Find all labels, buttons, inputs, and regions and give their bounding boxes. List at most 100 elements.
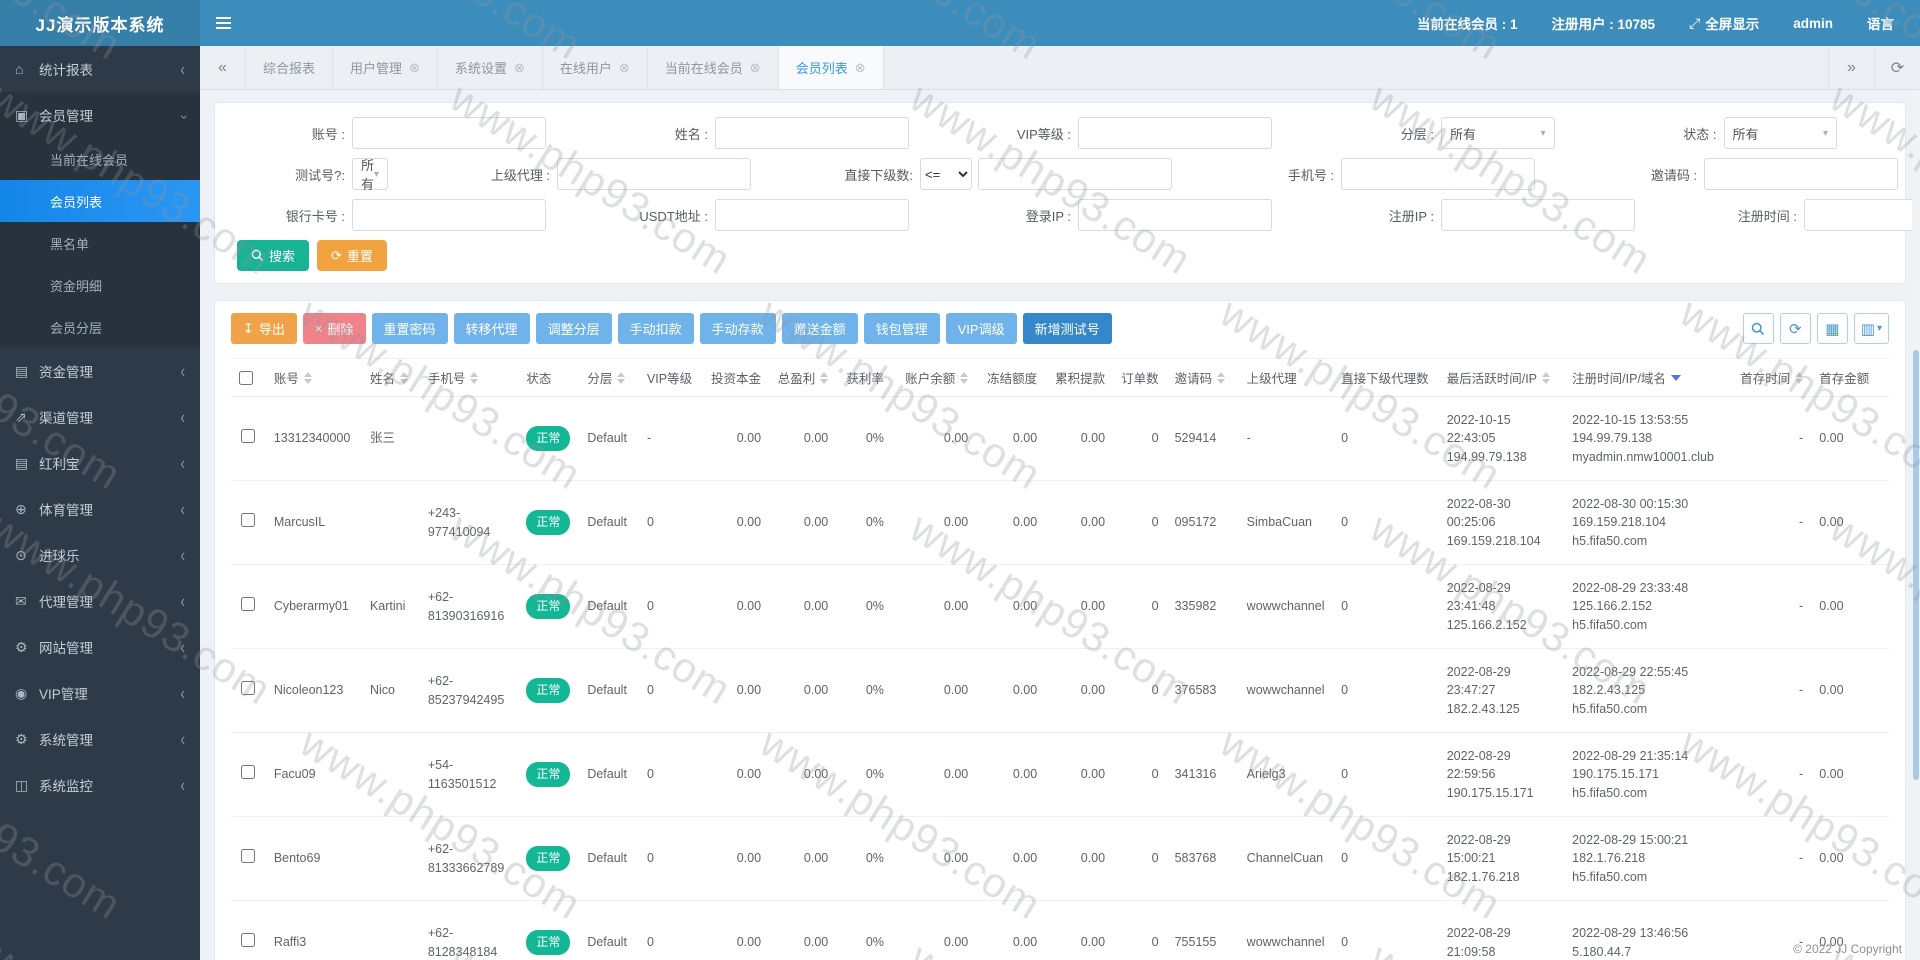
table-export-view-button[interactable]: ▦ [1817, 313, 1848, 344]
phone-input[interactable] [1341, 158, 1535, 190]
direct-subordinates-operator-select[interactable]: <= [920, 158, 972, 190]
sidebar-item-channel-management[interactable]: ⇗渠道管理‹ [0, 394, 200, 440]
vip-adjust-button[interactable]: VIP调级 [946, 313, 1017, 344]
test-account-select[interactable]: 所有▾ [352, 158, 388, 190]
column-header-fda[interactable]: 首存金额 [1811, 359, 1889, 397]
table-search-button[interactable] [1743, 313, 1774, 344]
table-columns-button[interactable]: ▥ ▾ [1854, 313, 1889, 344]
column-header-frozen[interactable]: 冻结额度 [976, 359, 1045, 397]
column-header-balance[interactable]: 账户余额 [892, 359, 976, 397]
vertical-scrollbar[interactable] [1912, 90, 1920, 960]
tabs-scroll-left-button[interactable]: « [200, 46, 246, 89]
language-menu[interactable]: 语言 [1867, 13, 1894, 33]
transfer-agent-button[interactable]: 转移代理 [454, 313, 530, 344]
sidebar-item-sports-management[interactable]: ⊕体育管理‹ [0, 486, 200, 532]
column-header-check[interactable] [231, 359, 266, 397]
tab-close-icon[interactable]: ⊗ [409, 60, 420, 76]
scrollbar-thumb[interactable] [1913, 350, 1919, 780]
column-header-active[interactable]: 最后活跃时间/IP [1439, 359, 1564, 397]
tab-会员列表[interactable]: 会员列表⊗ [779, 46, 884, 89]
sidebar-item-funds-management[interactable]: ▤资金管理‹ [0, 348, 200, 394]
tab-系统设置[interactable]: 系统设置⊗ [438, 46, 543, 89]
sidebar-subitem[interactable]: 资金明细 [0, 264, 200, 306]
select-all-checkbox[interactable] [239, 371, 253, 385]
sidebar-item-member-management[interactable]: ▣会员管理‹ [0, 92, 200, 138]
sidebar-item-system-management[interactable]: ⚙系统管理‹ [0, 716, 200, 762]
column-header-vip[interactable]: VIP等级 [639, 359, 700, 397]
column-header-capital[interactable]: 投资本金 [700, 359, 769, 397]
register-ip-input[interactable] [1441, 199, 1635, 231]
layer-select[interactable]: 所有▾ [1441, 117, 1555, 149]
search-button[interactable]: 搜索 [237, 240, 309, 271]
tab-当前在线会员[interactable]: 当前在线会员⊗ [648, 46, 779, 89]
sidebar-subitem[interactable]: 黑名单 [0, 222, 200, 264]
tab-close-icon[interactable]: ⊗ [619, 60, 630, 76]
adjust-layer-button[interactable]: 调整分层 [536, 313, 612, 344]
fullscreen-button[interactable]: ⤢ 全屏显示 [1689, 13, 1759, 33]
sidebar-item-vip-management[interactable]: ◉VIP管理‹ [0, 670, 200, 716]
vip-level-input[interactable] [1078, 117, 1272, 149]
usdt-address-input[interactable] [715, 199, 909, 231]
tab-close-icon[interactable]: ⊗ [514, 60, 525, 76]
sidebar-item-system-monitor[interactable]: ◫系统监控‹ [0, 762, 200, 808]
sidebar-toggle-button[interactable] [200, 0, 246, 46]
column-header-account[interactable]: 账号 [266, 359, 362, 397]
row-checkbox[interactable] [241, 429, 255, 443]
bank-card-input[interactable] [352, 199, 546, 231]
column-header-status[interactable]: 状态 [518, 359, 579, 397]
tab-综合报表[interactable]: 综合报表 [246, 46, 333, 89]
reset-button[interactable]: ⟳ 重置 [317, 240, 387, 271]
table-refresh-button[interactable]: ⟳ [1780, 313, 1811, 344]
row-checkbox[interactable] [241, 849, 255, 863]
sidebar-item-agency-management[interactable]: ✉代理管理‹ [0, 578, 200, 624]
sidebar-subitem[interactable]: 会员列表 [0, 180, 200, 222]
direct-subordinates-input[interactable] [978, 158, 1172, 190]
column-header-rate[interactable]: 获利率 [836, 359, 892, 397]
sidebar-item-website-management[interactable]: ⚙网站管理‹ [0, 624, 200, 670]
tab-close-icon[interactable]: ⊗ [855, 60, 866, 76]
account-input[interactable] [352, 117, 546, 149]
real-name-input[interactable] [715, 117, 909, 149]
column-header-layer[interactable]: 分层 [579, 359, 639, 397]
row-checkbox[interactable] [241, 933, 255, 947]
admin-menu[interactable]: admin [1793, 16, 1833, 31]
manual-deduct-button[interactable]: 手动扣款 [618, 313, 694, 344]
sidebar-subitem[interactable]: 当前在线会员 [0, 138, 200, 180]
manual-deposit-button[interactable]: 手动存款 [700, 313, 776, 344]
row-checkbox[interactable] [241, 597, 255, 611]
column-header-name[interactable]: 姓名 [362, 359, 420, 397]
row-checkbox[interactable] [241, 765, 255, 779]
tab-用户管理[interactable]: 用户管理⊗ [333, 46, 438, 89]
tabs-refresh-button[interactable]: ⟳ [1874, 46, 1920, 89]
sidebar-item-bonus-treasure[interactable]: ▤红利宝‹ [0, 440, 200, 486]
column-header-withdraw[interactable]: 累积提款 [1045, 359, 1113, 397]
row-checkbox[interactable] [241, 513, 255, 527]
sidebar-item-stats-report[interactable]: ⌂统计报表‹ [0, 46, 200, 92]
column-header-invite[interactable]: 邀请码 [1167, 359, 1239, 397]
status-select[interactable]: 所有▾ [1724, 117, 1838, 149]
column-header-subs[interactable]: 直接下级代理数 [1333, 359, 1439, 397]
gift-amount-button[interactable]: 赠送金额 [782, 313, 858, 344]
login-ip-input[interactable] [1078, 199, 1272, 231]
tab-在线用户[interactable]: 在线用户⊗ [543, 46, 648, 89]
tab-close-icon[interactable]: ⊗ [750, 60, 761, 76]
column-header-reg[interactable]: 注册时间/IP/域名 [1564, 359, 1727, 397]
invite-code-input[interactable] [1704, 158, 1898, 190]
add-test-account-button[interactable]: 新增测试号 [1023, 313, 1112, 344]
column-header-phone[interactable]: 手机号 [420, 359, 519, 397]
reset-password-button[interactable]: 重置密码 [372, 313, 448, 344]
column-header-profit[interactable]: 总盈利 [769, 359, 836, 397]
filter-field-layer: 分层 :所有▾ [1322, 117, 1605, 149]
tabs-scroll-right-button[interactable]: » [1828, 46, 1874, 89]
delete-button[interactable]: ×删除 [303, 313, 366, 344]
column-header-orders[interactable]: 订单数 [1113, 359, 1167, 397]
column-header-fdt[interactable]: 首存时间 [1727, 359, 1811, 397]
register-time-input[interactable] [1804, 199, 1920, 231]
sidebar-subitem[interactable]: 会员分层 [0, 306, 200, 348]
parent-agent-input[interactable] [557, 158, 751, 190]
export-button[interactable]: ↧导出 [231, 313, 297, 344]
sidebar-item-goal-fun[interactable]: ⊙进球乐‹ [0, 532, 200, 578]
wallet-management-button[interactable]: 钱包管理 [864, 313, 940, 344]
row-checkbox[interactable] [241, 681, 255, 695]
column-header-agent[interactable]: 上级代理 [1239, 359, 1333, 397]
